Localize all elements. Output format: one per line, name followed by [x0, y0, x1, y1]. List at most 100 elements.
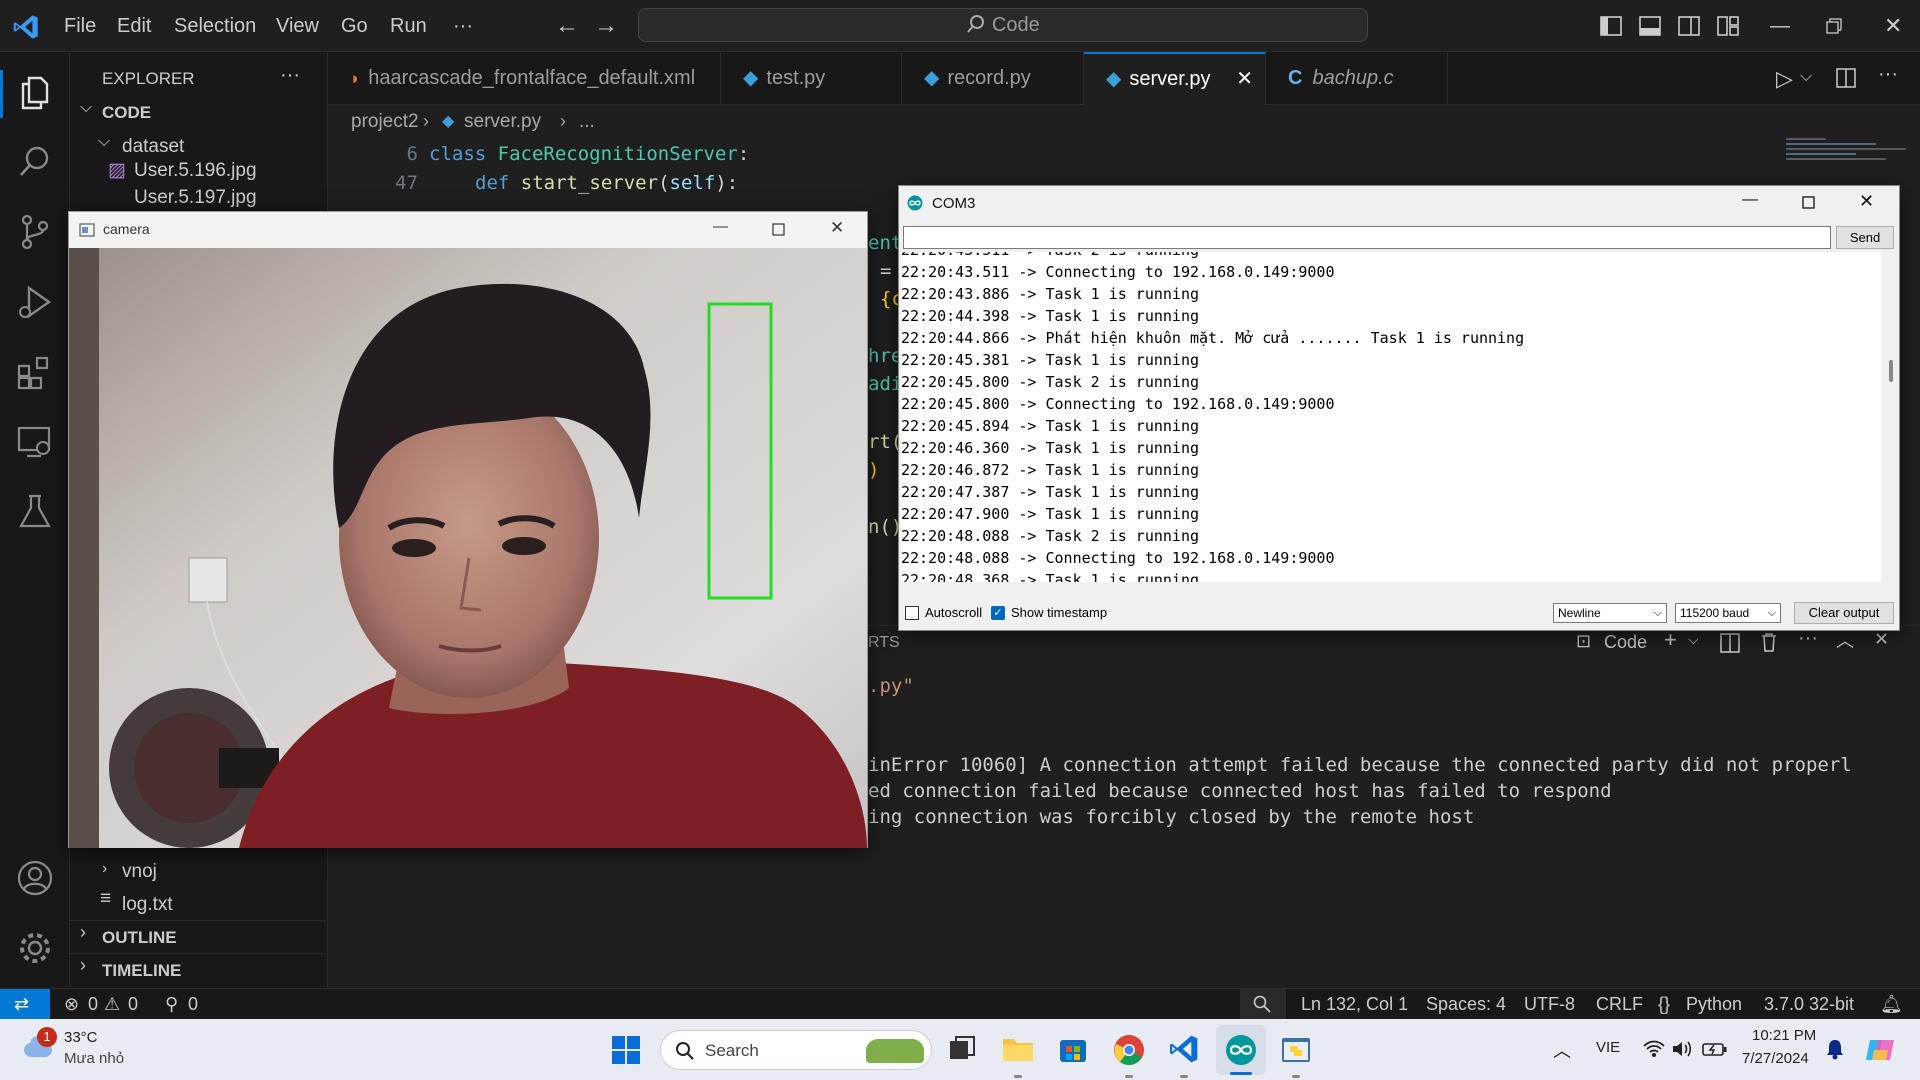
- menu-run[interactable]: Run: [390, 0, 427, 52]
- menu-file[interactable]: File: [64, 0, 96, 52]
- chevron-down-icon[interactable]: ⌵: [98, 133, 110, 151]
- minimize-icon[interactable]: —: [1742, 191, 1758, 209]
- serial-monitor-window[interactable]: COM3 — ✕ Send 22:20:43.511 -> Task 2 is …: [898, 185, 1900, 631]
- tab-ports[interactable]: RTS: [868, 634, 900, 652]
- folder-dataset[interactable]: dataset: [122, 136, 184, 158]
- split-editor-icon[interactable]: [1836, 68, 1856, 88]
- close-icon[interactable]: ✕: [1859, 191, 1874, 212]
- file-user-5-196[interactable]: User.5.196.jpg: [134, 160, 257, 182]
- customize-layout-icon[interactable]: [1717, 15, 1739, 37]
- source-control-icon[interactable]: [15, 212, 55, 252]
- encoding[interactable]: UTF-8: [1524, 989, 1575, 1019]
- python-interpreter[interactable]: 3.7.0 32-bit: [1764, 989, 1854, 1019]
- clock-date[interactable]: 7/27/2024: [1742, 1050, 1809, 1067]
- menu-more[interactable]: ···: [453, 0, 473, 52]
- autoscroll-checkbox[interactable]: [905, 606, 919, 620]
- task-view-icon[interactable]: [948, 1035, 976, 1063]
- wifi-icon[interactable]: [1643, 1039, 1665, 1059]
- file-explorer-icon[interactable]: [1002, 1035, 1034, 1063]
- baud-select[interactable]: 115200 baud ⌵: [1675, 603, 1781, 623]
- maximize-icon[interactable]: [772, 223, 785, 236]
- windows-start-icon[interactable]: [612, 1036, 640, 1064]
- serial-output[interactable]: 22:20:43.511 -> Task 2 is running 22:20:4…: [901, 252, 1881, 582]
- arduino-taskbar-button[interactable]: [1216, 1025, 1266, 1075]
- tab-record-py[interactable]: ◆ record.py: [902, 52, 1084, 105]
- menu-edit[interactable]: Edit: [117, 0, 151, 52]
- timeline-section[interactable]: TIMELINE: [102, 961, 181, 981]
- weather-desc[interactable]: Mưa nhỏ: [64, 1050, 124, 1067]
- accounts-icon[interactable]: [15, 858, 55, 898]
- line-ending[interactable]: CRLF: [1596, 989, 1643, 1019]
- minimize-icon[interactable]: —: [1770, 0, 1790, 52]
- manage-gear-icon[interactable]: [15, 928, 55, 968]
- outline-section[interactable]: OUTLINE: [102, 928, 177, 948]
- store-icon[interactable]: [1058, 1034, 1088, 1064]
- toggle-primary-sidebar-icon[interactable]: [1600, 15, 1622, 37]
- maximize-icon[interactable]: [1802, 196, 1815, 209]
- cursor-position[interactable]: Ln 132, Col 1: [1301, 989, 1408, 1019]
- chrome-icon[interactable]: [1113, 1034, 1145, 1066]
- menu-selection[interactable]: Selection: [174, 0, 256, 52]
- file-user-5-197[interactable]: User.5.197.jpg: [134, 187, 257, 209]
- extensions-icon[interactable]: [15, 352, 55, 392]
- warning-count[interactable]: 0: [128, 989, 138, 1019]
- battery-icon[interactable]: [1702, 1039, 1728, 1059]
- input-language[interactable]: VIE: [1596, 1039, 1620, 1056]
- notifications-bell-icon[interactable]: 🔔︎: [1880, 989, 1903, 1019]
- copilot-icon[interactable]: [1864, 1034, 1896, 1066]
- run-debug-icon[interactable]: [15, 282, 55, 322]
- tab-haarcascade[interactable]: ◗ haarcascade_frontalface_default.xml: [328, 52, 721, 105]
- code-line-def[interactable]: def start_server(self):: [475, 172, 738, 194]
- zoom-icon[interactable]: [1240, 989, 1286, 1019]
- serial-send-input[interactable]: [903, 226, 1831, 249]
- minimize-icon[interactable]: —: [713, 218, 728, 235]
- line-ending-select[interactable]: Newline ⌵: [1553, 603, 1667, 623]
- close-icon[interactable]: ✕: [830, 218, 844, 238]
- command-center[interactable]: Code: [638, 8, 1368, 42]
- breadcrumb-file[interactable]: server.py: [464, 111, 541, 133]
- clock-time[interactable]: 10:21 PM: [1752, 1027, 1816, 1044]
- close-tab-icon[interactable]: ✕: [1236, 54, 1253, 104]
- tab-bachup-c[interactable]: Cbachup.c: [1266, 52, 1448, 105]
- menu-go[interactable]: Go: [341, 0, 368, 52]
- forward-arrow-icon[interactable]: →: [594, 0, 618, 52]
- taskbar-search[interactable]: Search: [660, 1030, 932, 1070]
- scrollbar-thumb[interactable]: [1889, 360, 1893, 382]
- more-actions-icon[interactable]: ···: [1878, 63, 1898, 86]
- close-panel-icon[interactable]: ✕: [1874, 629, 1889, 650]
- chevron-down-icon[interactable]: ⌵: [1800, 68, 1812, 86]
- volume-icon[interactable]: [1671, 1039, 1693, 1059]
- python-idle-icon[interactable]: [1280, 1034, 1312, 1066]
- trash-icon[interactable]: [1760, 632, 1778, 652]
- remote-indicator[interactable]: ⇄: [0, 989, 50, 1019]
- close-window-icon[interactable]: ✕: [1884, 0, 1902, 52]
- breadcrumb-folder[interactable]: project2: [351, 111, 419, 133]
- chevron-right-icon[interactable]: ›: [102, 860, 107, 878]
- explorer-icon[interactable]: [15, 72, 55, 112]
- indentation[interactable]: Spaces: 4: [1426, 989, 1506, 1019]
- clear-output-button[interactable]: Clear output: [1794, 602, 1894, 624]
- chevron-right-icon[interactable]: ›: [80, 922, 86, 943]
- testing-icon[interactable]: [15, 492, 55, 532]
- breadcrumb-rest[interactable]: ...: [579, 111, 595, 133]
- terminal-profile[interactable]: Code: [1604, 632, 1647, 653]
- chevron-up-icon[interactable]: ︿: [1553, 1037, 1571, 1063]
- split-terminal-icon[interactable]: [1720, 633, 1740, 653]
- toggle-panel-icon[interactable]: [1639, 15, 1661, 37]
- notification-bell-icon[interactable]: [1825, 1038, 1845, 1060]
- minimap[interactable]: [1786, 135, 1916, 175]
- search-icon[interactable]: [15, 142, 55, 182]
- warning-icon[interactable]: ⚠: [104, 989, 120, 1019]
- vscode-taskbar-icon[interactable]: [1168, 1033, 1200, 1065]
- chevron-down-icon[interactable]: ⌵: [1688, 631, 1699, 648]
- run-file-icon[interactable]: ▷: [1776, 66, 1793, 92]
- timestamp-checkbox[interactable]: ✓: [991, 606, 1005, 620]
- tab-server-py[interactable]: ◆ server.py ✕: [1084, 52, 1266, 105]
- weather-temp[interactable]: 33°C: [64, 1029, 98, 1046]
- code-line-class[interactable]: class FaceRecognitionServer:: [429, 143, 749, 165]
- ports-icon[interactable]: ⚲: [165, 989, 178, 1019]
- serial-scrollbar[interactable]: [1883, 252, 1899, 582]
- ports-count[interactable]: 0: [188, 989, 198, 1019]
- remote-explorer-icon[interactable]: [15, 422, 55, 462]
- toggle-secondary-sidebar-icon[interactable]: [1678, 15, 1700, 37]
